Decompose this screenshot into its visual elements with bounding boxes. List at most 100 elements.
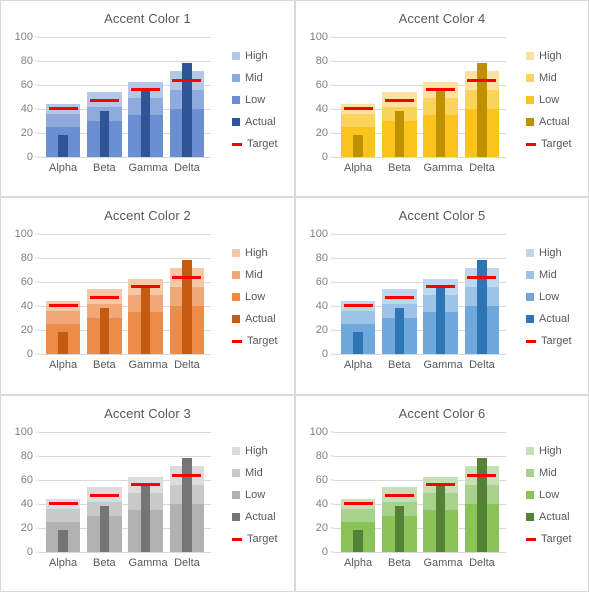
legend-item[interactable]: Mid [232,264,288,286]
legend-item-label: High [539,445,562,457]
chart-legend: High Mid Low Actual Target [526,45,582,155]
y-tick-mark [330,36,334,38]
legend-color-swatch-icon [526,491,534,499]
legend-item[interactable]: Low [232,484,288,506]
legend-color-swatch-icon [232,293,240,301]
y-axis-tick-label: 0 [321,546,328,558]
chart-legend: High Mid Low Actual Target [232,242,288,352]
legend-color-swatch-icon [232,118,240,126]
legend-item[interactable]: Target [526,528,582,550]
y-axis-tick-label: 60 [20,474,33,486]
legend-item[interactable]: Mid [232,67,288,89]
chart-panel[interactable]: Accent Color 3 0 20 40 60 80 100 Alpha Beta Gamma… [0,395,295,592]
legend-item[interactable]: Low [232,286,288,308]
legend-item[interactable]: High [232,242,288,264]
chart-grid: Accent Color 1 0 20 40 60 80 100 Alpha Beta Gamma… [0,0,589,592]
bar-group[interactable] [340,432,376,552]
bar-group[interactable] [382,37,417,157]
bar-group[interactable] [169,234,205,354]
bar-group[interactable] [382,234,417,354]
legend-item[interactable]: Mid [526,264,582,286]
bar-group[interactable] [45,37,81,157]
y-axis-tick-label: 40 [315,498,328,510]
y-tick-mark [330,233,334,235]
y-tick-mark [35,156,39,158]
legend-item[interactable]: Low [526,484,582,506]
legend-item[interactable]: Low [526,89,582,111]
y-axis-tick-label: 0 [321,151,328,163]
y-axis-tick-label: 80 [20,450,33,462]
legend-item-label: High [245,445,268,457]
legend-item[interactable]: Target [232,133,288,155]
y-tick-mark [330,60,334,62]
legend-item-label: Low [539,94,560,106]
y-axis-tick-label: 80 [315,252,328,264]
bar-group[interactable] [87,37,122,157]
legend-item[interactable]: Target [232,528,288,550]
legend-item[interactable]: Actual [232,506,288,528]
legend-item[interactable]: Actual [526,506,582,528]
y-tick-mark [35,60,39,62]
legend-item[interactable]: Actual [232,308,288,330]
target-marker [89,493,119,497]
legend-item[interactable]: Low [232,89,288,111]
legend-color-swatch-icon [526,249,534,257]
legend-item[interactable]: High [526,440,582,462]
chart-panel[interactable]: Accent Color 6 0 20 40 60 80 100 Alpha Beta Gamma… [295,395,589,592]
bar-group[interactable] [169,432,205,552]
y-tick-mark [35,233,39,235]
bar-group[interactable] [340,37,376,157]
y-tick-mark [35,353,39,355]
target-marker [384,493,414,497]
legend-item[interactable]: Actual [232,111,288,133]
legend-item[interactable]: High [526,242,582,264]
chart-panel[interactable]: Accent Color 1 0 20 40 60 80 100 Alpha Beta Gamma… [0,0,295,197]
y-tick-mark [35,36,39,38]
legend-item[interactable]: Target [526,330,582,352]
bar-group[interactable] [169,37,205,157]
actual-bar [353,135,363,157]
y-axis-tick-label: 60 [315,474,328,486]
legend-item[interactable]: Mid [232,462,288,484]
chart-panel[interactable]: Accent Color 2 0 20 40 60 80 100 Alpha Beta Gamma… [0,197,295,395]
legend-item[interactable]: High [232,45,288,67]
legend-item[interactable]: Actual [526,308,582,330]
bar-group[interactable] [464,432,500,552]
chart-panel[interactable]: Accent Color 5 0 20 40 60 80 100 Alpha Beta Gamma… [295,197,589,395]
bar-group[interactable] [45,234,81,354]
legend-color-swatch-icon [526,447,534,455]
chart-title: Accent Color 1 [104,11,191,26]
legend-item[interactable]: High [526,45,582,67]
actual-bar [394,308,405,354]
y-tick-mark [330,305,334,307]
y-axis-tick-label: 100 [309,31,328,43]
bar-group[interactable] [382,432,417,552]
bar-group[interactable] [45,432,81,552]
legend-item[interactable]: Mid [526,67,582,89]
legend-item[interactable]: High [232,440,288,462]
legend-item[interactable]: Mid [526,462,582,484]
legend-item[interactable]: Target [526,133,582,155]
target-marker [131,483,161,487]
legend-item[interactable]: Actual [526,111,582,133]
target-marker [426,483,456,487]
bar-group[interactable] [340,234,376,354]
bar-group[interactable] [464,37,500,157]
bar-group[interactable] [423,234,458,354]
legend-item[interactable]: Low [526,286,582,308]
actual-bar [99,506,110,552]
bar-group[interactable] [128,37,163,157]
chart-panel[interactable]: Accent Color 4 0 20 40 60 80 100 Alpha Beta Gamma… [295,0,589,197]
legend-item-label: Actual [245,313,276,325]
bar-group[interactable] [87,432,122,552]
bar-group[interactable] [464,234,500,354]
bar-group[interactable] [87,234,122,354]
legend-item[interactable]: Target [232,330,288,352]
y-tick-mark [35,455,39,457]
bar-group[interactable] [128,234,163,354]
bar-group[interactable] [423,432,458,552]
bar-group[interactable] [423,37,458,157]
y-axis-tick-label: 0 [26,546,33,558]
legend-item-label: Target [247,138,278,150]
bar-group[interactable] [128,432,163,552]
